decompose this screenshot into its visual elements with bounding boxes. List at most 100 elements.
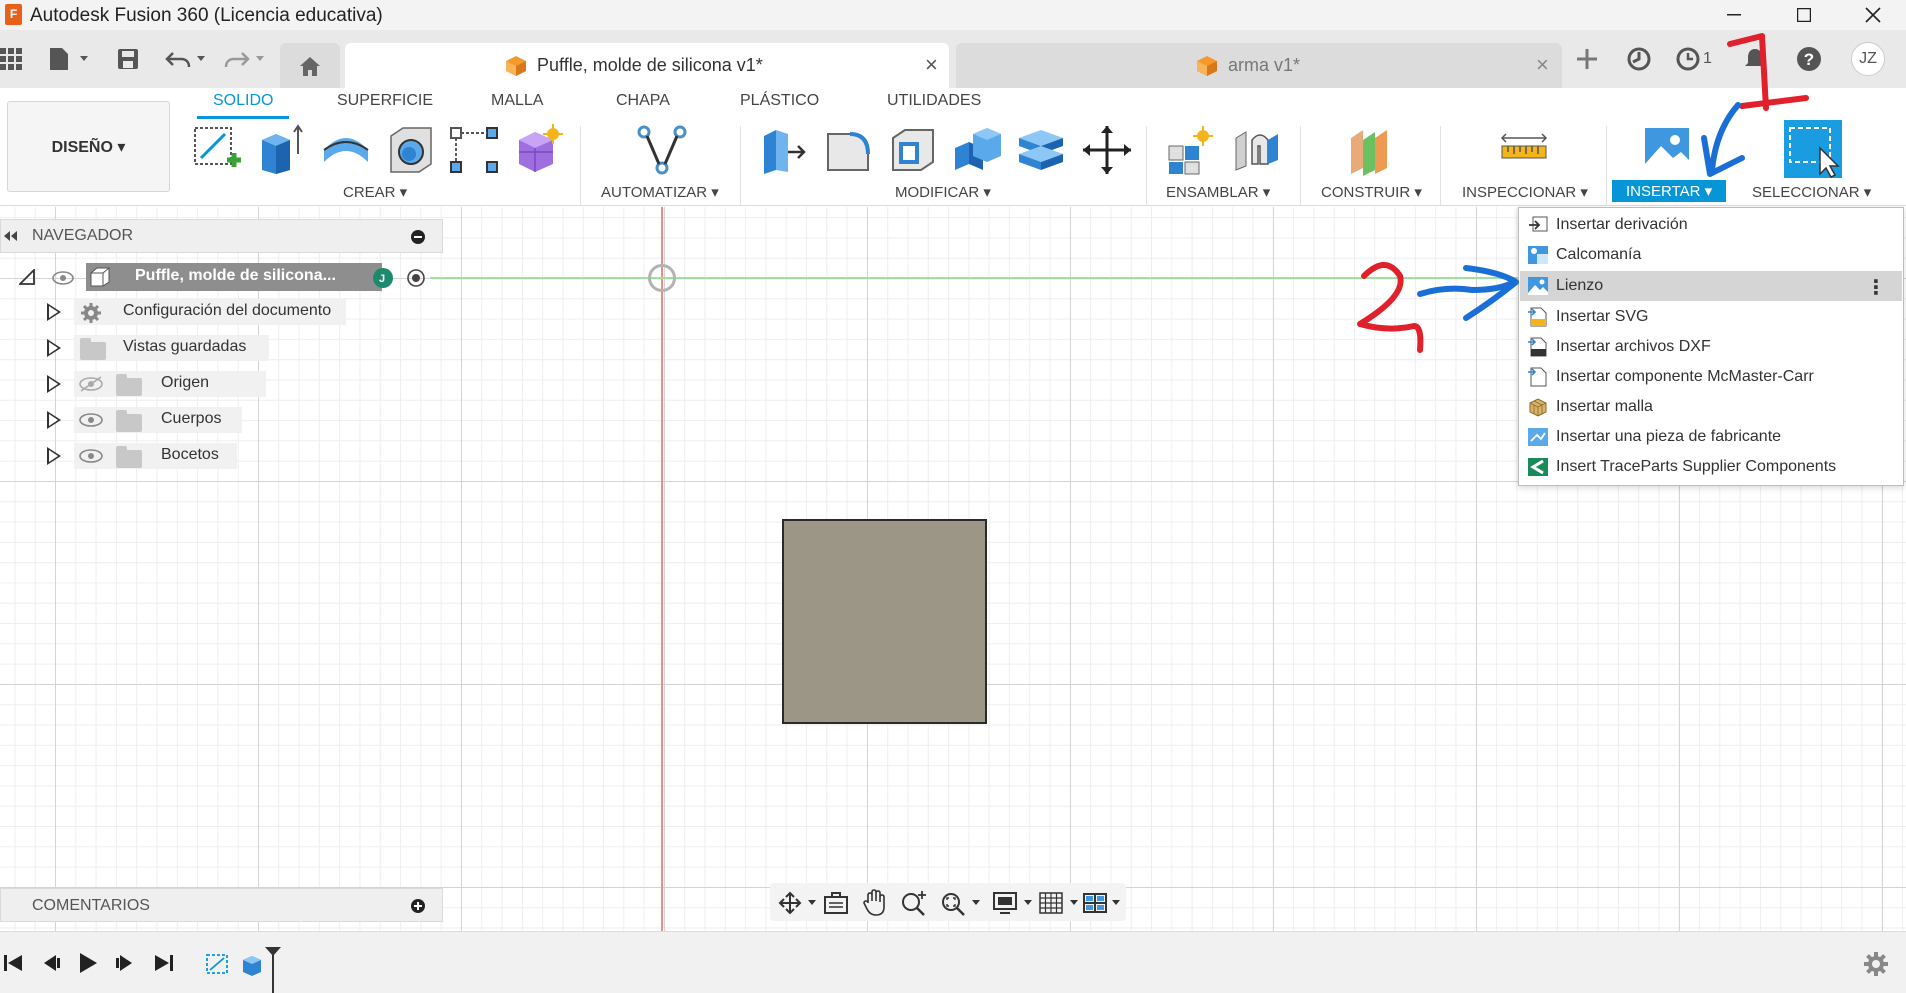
undo-button[interactable] (165, 46, 209, 72)
tab-chapa[interactable]: CHAPA (616, 92, 670, 110)
redo-button[interactable] (224, 46, 268, 72)
app-grid-button[interactable] (0, 46, 24, 72)
navigator-root-row[interactable]: Puffle, molde de silicona... J (14, 262, 444, 292)
file-menu-button[interactable] (48, 46, 92, 72)
go-to-start-icon[interactable] (2, 952, 24, 974)
expand-triangle-icon[interactable] (47, 447, 61, 465)
timeline-marker-icon[interactable] (263, 946, 283, 993)
group-modificar[interactable]: MODIFICAR ▾ (895, 183, 991, 201)
save-button[interactable] (117, 46, 139, 72)
timeline-sketch-feature-icon[interactable] (205, 952, 231, 976)
group-ensamblar[interactable]: ENSAMBLAR ▾ (1166, 183, 1270, 201)
fillet-icon[interactable] (822, 124, 874, 176)
joint-icon[interactable] (1230, 124, 1282, 176)
automate-icon[interactable] (636, 124, 688, 176)
body-face[interactable] (782, 519, 987, 724)
menu-item-insert-derive[interactable]: Insertar derivación (1520, 210, 1902, 240)
new-component-icon[interactable] (1165, 124, 1217, 176)
tab-malla[interactable]: MALLA (491, 92, 543, 110)
navigator-header[interactable]: NAVEGADOR (0, 219, 443, 253)
group-automatizar[interactable]: AUTOMATIZAR ▾ (601, 183, 719, 201)
workspace-switcher[interactable]: DISEÑO ▾ (7, 101, 170, 192)
menu-item-manufacturer-part[interactable]: Insertar una pieza de fabricante (1520, 422, 1902, 452)
eye-icon[interactable] (52, 271, 74, 285)
tab-superficie[interactable]: SUPERFICIE (337, 92, 433, 110)
look-at-icon[interactable] (823, 891, 849, 915)
offset-plane-icon[interactable] (1345, 124, 1397, 176)
new-tab-button[interactable] (1575, 46, 1599, 72)
grid-settings-icon[interactable] (1038, 891, 1082, 915)
tab-close-icon[interactable]: × (1536, 52, 1549, 78)
navigator-item-bodies[interactable]: Cuerpos (44, 405, 274, 435)
group-crear[interactable]: CREAR ▾ (343, 183, 407, 201)
expand-triangle-icon[interactable] (47, 411, 61, 429)
pan-hand-icon[interactable] (862, 889, 888, 917)
navigator-item-origin[interactable]: Origen (44, 369, 274, 399)
tab-close-icon[interactable]: × (925, 52, 938, 78)
collapse-triangle-icon[interactable] (19, 269, 35, 285)
collapse-left-icon[interactable] (4, 231, 18, 241)
extrude-icon[interactable] (256, 124, 308, 176)
revolve-icon[interactable] (320, 124, 372, 176)
tab-utilidades[interactable]: UTILIDADES (887, 92, 981, 110)
expand-triangle-icon[interactable] (47, 303, 61, 321)
notifications-button[interactable] (1742, 46, 1768, 72)
help-button[interactable]: ? (1796, 46, 1822, 72)
measure-icon[interactable] (1498, 124, 1550, 176)
menu-item-insert-mesh[interactable]: Insertar malla (1520, 392, 1902, 422)
expand-triangle-icon[interactable] (47, 375, 61, 393)
activate-radio-icon[interactable] (406, 268, 426, 288)
hole-icon[interactable] (385, 124, 437, 176)
display-settings-icon[interactable] (992, 891, 1036, 915)
close-window-button[interactable] (1845, 0, 1901, 30)
tab-arma[interactable]: arma v1* × (956, 43, 1562, 88)
navigator-item-saved-views[interactable]: Vistas guardadas (44, 333, 274, 363)
create-sketch-icon[interactable] (191, 124, 243, 176)
menu-item-insert-dxf[interactable]: Insertar archivos DXF (1520, 332, 1902, 362)
add-comment-icon[interactable] (411, 899, 425, 913)
step-forward-icon[interactable] (114, 952, 136, 974)
menu-item-mcmaster[interactable]: Insertar componente McMaster-Carr (1520, 362, 1902, 392)
move-icon[interactable] (1081, 124, 1133, 176)
tab-puffle[interactable]: Puffle, molde de silicona v1* × (345, 43, 949, 88)
navigator-item-sketches[interactable]: Bocetos (44, 441, 274, 471)
comments-panel[interactable]: COMENTARIOS (0, 888, 443, 922)
select-icon[interactable] (1784, 120, 1842, 178)
menu-item-canvas[interactable]: Lienzo ⋮ (1520, 271, 1902, 301)
shell-icon[interactable] (887, 124, 939, 176)
go-to-end-icon[interactable] (153, 952, 175, 974)
minimize-panel-icon[interactable] (411, 230, 425, 244)
job-status-button[interactable]: 1 (1675, 46, 1712, 72)
root-component-highlight[interactable]: Puffle, molde de silicona... (86, 263, 382, 291)
data-panel-button[interactable] (1626, 46, 1652, 72)
maximize-button[interactable] (1776, 0, 1832, 30)
eye-icon[interactable] (78, 449, 104, 463)
press-pull-icon[interactable] (758, 124, 810, 176)
settings-gear-icon[interactable] (1863, 951, 1889, 977)
origin-point[interactable] (648, 264, 676, 292)
menu-item-insert-svg[interactable]: Insertar SVG (1520, 302, 1902, 332)
group-construir[interactable]: CONSTRUIR ▾ (1321, 183, 1422, 201)
tab-plastico[interactable]: PLÁSTICO (740, 92, 819, 110)
tab-solido[interactable]: SOLIDO (213, 92, 273, 110)
play-icon[interactable] (77, 951, 99, 975)
home-tab-button[interactable] (280, 43, 340, 88)
fit-icon[interactable] (940, 889, 984, 917)
split-body-icon[interactable] (1015, 124, 1067, 176)
step-back-icon[interactable] (40, 952, 62, 974)
viewports-icon[interactable] (1082, 891, 1126, 915)
navigator-item-config[interactable]: Configuración del documento (44, 297, 354, 327)
zoom-icon[interactable] (900, 889, 928, 917)
group-inspeccionar[interactable]: INSPECCIONAR ▾ (1462, 183, 1588, 201)
pattern-icon[interactable] (449, 124, 501, 176)
more-options-icon[interactable]: ⋮ (1866, 275, 1886, 300)
group-seleccionar[interactable]: SELECCIONAR ▾ (1752, 183, 1871, 201)
menu-item-traceparts[interactable]: Insert TraceParts Supplier Components (1520, 452, 1902, 482)
combine-icon[interactable] (951, 124, 1003, 176)
orbit-icon[interactable] (778, 891, 818, 915)
expand-triangle-icon[interactable] (47, 339, 61, 357)
eye-icon[interactable] (78, 413, 104, 427)
form-icon[interactable] (513, 124, 565, 176)
user-avatar[interactable]: JZ (1851, 42, 1885, 76)
group-insertar[interactable]: INSERTAR ▾ (1612, 180, 1727, 202)
